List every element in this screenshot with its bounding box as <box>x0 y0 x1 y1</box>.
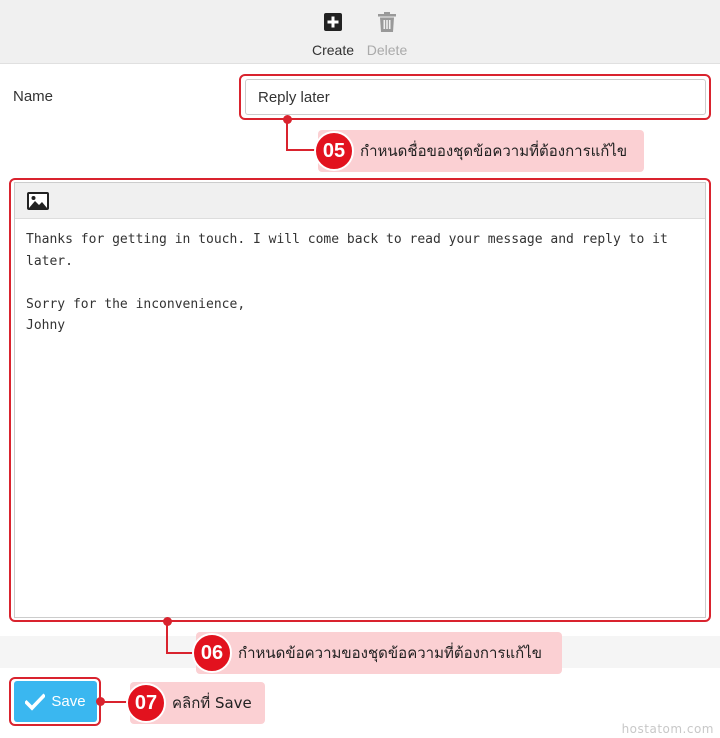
create-label: Create <box>311 42 355 58</box>
callout-step-06: 06 กำหนดข้อความของชุดข้อความที่ต้องการแก… <box>192 632 562 674</box>
image-icon[interactable] <box>27 192 49 210</box>
step-06-badge: 06 <box>192 633 232 673</box>
delete-button[interactable]: Delete <box>359 8 415 58</box>
callout-step-07: 07 คลิกที่ Save <box>126 682 265 724</box>
step-05-badge: 05 <box>314 131 354 171</box>
editor-toolbar <box>15 183 705 219</box>
callout-step-05: 05 กำหนดชื่อของชุดข้อความที่ต้องการแก้ไข <box>314 130 644 172</box>
plus-square-icon <box>324 13 342 31</box>
save-label: Save <box>51 693 86 710</box>
save-button[interactable]: Save <box>14 681 97 722</box>
step-05-text: กำหนดชื่อของชุดข้อความที่ต้องการแก้ไข <box>360 142 628 160</box>
step-07-badge: 07 <box>126 683 166 723</box>
message-textarea[interactable]: Thanks for getting in touch. I will come… <box>15 219 705 347</box>
callout-06-leader-v <box>166 622 168 653</box>
check-icon <box>25 692 46 711</box>
create-button[interactable]: Create <box>305 8 361 58</box>
watermark: hostatom.com <box>621 722 714 736</box>
message-editor: Thanks for getting in touch. I will come… <box>14 182 706 618</box>
name-input[interactable] <box>245 79 706 115</box>
delete-label: Delete <box>366 42 408 58</box>
step-07-text: คลิกที่ Save <box>172 694 252 712</box>
name-label: Name <box>13 88 54 105</box>
step-06-text: กำหนดข้อความของชุดข้อความที่ต้องการแก้ไข <box>238 644 543 662</box>
callout-05-leader-v <box>286 120 288 150</box>
top-toolbar: Create Delete <box>0 0 720 64</box>
trash-icon <box>378 12 396 32</box>
